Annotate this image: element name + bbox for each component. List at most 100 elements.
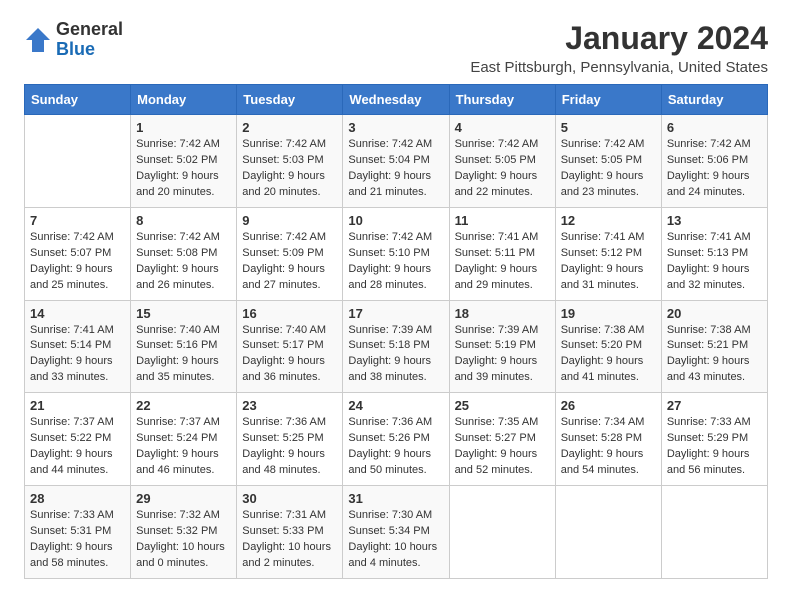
- sunrise: Sunrise: 7:34 AM: [561, 416, 645, 428]
- calendar-table: SundayMondayTuesdayWednesdayThursdayFrid…: [24, 84, 768, 579]
- sunset: Sunset: 5:05 PM: [561, 154, 642, 166]
- day-info: Sunrise: 7:42 AM Sunset: 5:10 PM Dayligh…: [348, 230, 443, 294]
- sunset: Sunset: 5:12 PM: [561, 247, 642, 259]
- day-info: Sunrise: 7:34 AM Sunset: 5:28 PM Dayligh…: [561, 415, 656, 479]
- sunrise: Sunrise: 7:30 AM: [348, 509, 432, 521]
- calendar-cell: 3 Sunrise: 7:42 AM Sunset: 5:04 PM Dayli…: [343, 115, 449, 208]
- weekday-header: Thursday: [449, 85, 555, 115]
- daylight: Daylight: 9 hours and 35 minutes.: [136, 355, 219, 383]
- page-header: General Blue January 2024 East Pittsburg…: [24, 20, 768, 76]
- day-number: 11: [455, 213, 550, 228]
- day-number: 17: [348, 306, 443, 321]
- day-number: 5: [561, 120, 656, 135]
- day-info: Sunrise: 7:32 AM Sunset: 5:32 PM Dayligh…: [136, 508, 231, 572]
- sunrise: Sunrise: 7:42 AM: [455, 138, 539, 150]
- calendar-cell: 16 Sunrise: 7:40 AM Sunset: 5:17 PM Dayl…: [237, 300, 343, 393]
- daylight: Daylight: 9 hours and 33 minutes.: [30, 355, 113, 383]
- day-number: 14: [30, 306, 125, 321]
- calendar-cell: 21 Sunrise: 7:37 AM Sunset: 5:22 PM Dayl…: [25, 393, 131, 486]
- sunrise: Sunrise: 7:42 AM: [561, 138, 645, 150]
- day-info: Sunrise: 7:42 AM Sunset: 5:08 PM Dayligh…: [136, 230, 231, 294]
- daylight: Daylight: 9 hours and 20 minutes.: [136, 170, 219, 198]
- day-info: Sunrise: 7:42 AM Sunset: 5:05 PM Dayligh…: [561, 137, 656, 201]
- daylight: Daylight: 9 hours and 54 minutes.: [561, 448, 644, 476]
- day-number: 8: [136, 213, 231, 228]
- calendar-cell: 17 Sunrise: 7:39 AM Sunset: 5:18 PM Dayl…: [343, 300, 449, 393]
- sunrise: Sunrise: 7:35 AM: [455, 416, 539, 428]
- sunset: Sunset: 5:14 PM: [30, 339, 111, 351]
- day-info: Sunrise: 7:40 AM Sunset: 5:16 PM Dayligh…: [136, 323, 231, 387]
- sunset: Sunset: 5:28 PM: [561, 432, 642, 444]
- sunrise: Sunrise: 7:41 AM: [667, 231, 751, 243]
- calendar-cell: 11 Sunrise: 7:41 AM Sunset: 5:11 PM Dayl…: [449, 207, 555, 300]
- day-info: Sunrise: 7:41 AM Sunset: 5:12 PM Dayligh…: [561, 230, 656, 294]
- calendar-cell: 7 Sunrise: 7:42 AM Sunset: 5:07 PM Dayli…: [25, 207, 131, 300]
- sunset: Sunset: 5:13 PM: [667, 247, 748, 259]
- day-number: 2: [242, 120, 337, 135]
- day-number: 4: [455, 120, 550, 135]
- sunset: Sunset: 5:07 PM: [30, 247, 111, 259]
- day-number: 21: [30, 398, 125, 413]
- sunrise: Sunrise: 7:39 AM: [455, 324, 539, 336]
- calendar-cell: 20 Sunrise: 7:38 AM Sunset: 5:21 PM Dayl…: [661, 300, 767, 393]
- day-number: 26: [561, 398, 656, 413]
- logo-blue: Blue: [56, 40, 123, 60]
- sunrise: Sunrise: 7:42 AM: [667, 138, 751, 150]
- sunset: Sunset: 5:19 PM: [455, 339, 536, 351]
- sunrise: Sunrise: 7:36 AM: [242, 416, 326, 428]
- day-number: 31: [348, 491, 443, 506]
- calendar-cell: [449, 486, 555, 579]
- daylight: Daylight: 9 hours and 38 minutes.: [348, 355, 431, 383]
- sunset: Sunset: 5:16 PM: [136, 339, 217, 351]
- day-info: Sunrise: 7:41 AM Sunset: 5:14 PM Dayligh…: [30, 323, 125, 387]
- day-number: 19: [561, 306, 656, 321]
- day-info: Sunrise: 7:33 AM Sunset: 5:31 PM Dayligh…: [30, 508, 125, 572]
- sunset: Sunset: 5:11 PM: [455, 247, 536, 259]
- sunrise: Sunrise: 7:33 AM: [667, 416, 751, 428]
- calendar-cell: 30 Sunrise: 7:31 AM Sunset: 5:33 PM Dayl…: [237, 486, 343, 579]
- sunrise: Sunrise: 7:37 AM: [30, 416, 114, 428]
- day-info: Sunrise: 7:42 AM Sunset: 5:06 PM Dayligh…: [667, 137, 762, 201]
- calendar-cell: 13 Sunrise: 7:41 AM Sunset: 5:13 PM Dayl…: [661, 207, 767, 300]
- day-info: Sunrise: 7:42 AM Sunset: 5:07 PM Dayligh…: [30, 230, 125, 294]
- calendar-cell: 24 Sunrise: 7:36 AM Sunset: 5:26 PM Dayl…: [343, 393, 449, 486]
- calendar-cell: [25, 115, 131, 208]
- sunset: Sunset: 5:32 PM: [136, 525, 217, 537]
- daylight: Daylight: 10 hours and 4 minutes.: [348, 541, 437, 569]
- daylight: Daylight: 9 hours and 43 minutes.: [667, 355, 750, 383]
- calendar-cell: 15 Sunrise: 7:40 AM Sunset: 5:16 PM Dayl…: [131, 300, 237, 393]
- sunset: Sunset: 5:20 PM: [561, 339, 642, 351]
- calendar-cell: 19 Sunrise: 7:38 AM Sunset: 5:20 PM Dayl…: [555, 300, 661, 393]
- day-info: Sunrise: 7:42 AM Sunset: 5:04 PM Dayligh…: [348, 137, 443, 201]
- day-info: Sunrise: 7:31 AM Sunset: 5:33 PM Dayligh…: [242, 508, 337, 572]
- sunrise: Sunrise: 7:33 AM: [30, 509, 114, 521]
- weekday-header: Monday: [131, 85, 237, 115]
- sunrise: Sunrise: 7:41 AM: [455, 231, 539, 243]
- logo-icon: [24, 26, 52, 54]
- day-number: 23: [242, 398, 337, 413]
- day-info: Sunrise: 7:37 AM Sunset: 5:24 PM Dayligh…: [136, 415, 231, 479]
- day-number: 28: [30, 491, 125, 506]
- daylight: Daylight: 9 hours and 48 minutes.: [242, 448, 325, 476]
- weekday-header-row: SundayMondayTuesdayWednesdayThursdayFrid…: [25, 85, 768, 115]
- sunset: Sunset: 5:34 PM: [348, 525, 429, 537]
- sunset: Sunset: 5:27 PM: [455, 432, 536, 444]
- logo-text: General Blue: [56, 20, 123, 60]
- day-number: 27: [667, 398, 762, 413]
- sunrise: Sunrise: 7:42 AM: [348, 231, 432, 243]
- calendar-cell: 2 Sunrise: 7:42 AM Sunset: 5:03 PM Dayli…: [237, 115, 343, 208]
- day-number: 24: [348, 398, 443, 413]
- sunset: Sunset: 5:18 PM: [348, 339, 429, 351]
- daylight: Daylight: 9 hours and 50 minutes.: [348, 448, 431, 476]
- day-info: Sunrise: 7:36 AM Sunset: 5:25 PM Dayligh…: [242, 415, 337, 479]
- sunset: Sunset: 5:17 PM: [242, 339, 323, 351]
- sunset: Sunset: 5:04 PM: [348, 154, 429, 166]
- daylight: Daylight: 9 hours and 28 minutes.: [348, 263, 431, 291]
- day-number: 12: [561, 213, 656, 228]
- calendar-cell: 29 Sunrise: 7:32 AM Sunset: 5:32 PM Dayl…: [131, 486, 237, 579]
- calendar-cell: 1 Sunrise: 7:42 AM Sunset: 5:02 PM Dayli…: [131, 115, 237, 208]
- sunrise: Sunrise: 7:31 AM: [242, 509, 326, 521]
- sunset: Sunset: 5:31 PM: [30, 525, 111, 537]
- location: East Pittsburgh, Pennsylvania, United St…: [470, 59, 768, 76]
- sunrise: Sunrise: 7:37 AM: [136, 416, 220, 428]
